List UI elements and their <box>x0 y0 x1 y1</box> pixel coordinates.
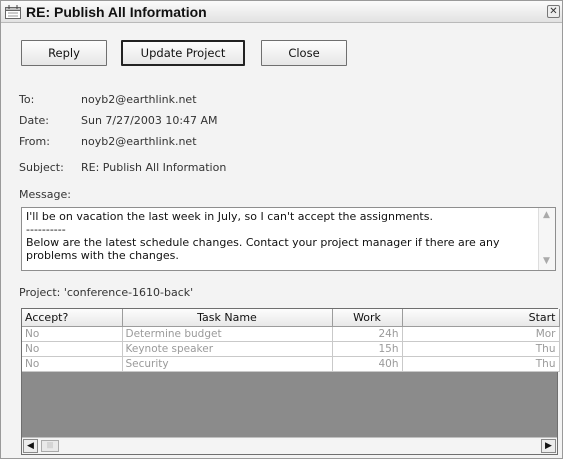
scrollbar-thumb[interactable]: ||| <box>41 440 59 452</box>
reply-button[interactable]: Reply <box>21 40 107 66</box>
work-cell: 15h <box>332 341 403 357</box>
chevron-right-icon[interactable]: ▶ <box>541 439 556 453</box>
project-label: Project: 'conference-1610-back' <box>19 286 194 299</box>
work-cell: 24h <box>332 326 403 342</box>
message-window: RE: Publish All Information ✕ Reply Upda… <box>0 0 563 459</box>
accept-cell[interactable]: No <box>22 326 123 342</box>
date-value: Sun 7/27/2003 10:47 AM <box>81 114 218 127</box>
task-name-cell: Determine budget <box>122 326 333 342</box>
subject-value: RE: Publish All Information <box>81 161 227 174</box>
message-body: I'll be on vacation the last week in Jul… <box>26 210 500 262</box>
start-cell: Thu <box>402 356 560 372</box>
date-label: Date: <box>19 114 49 127</box>
from-label: From: <box>19 135 50 148</box>
calendar-icon <box>5 5 21 19</box>
table-row[interactable]: No Keynote speaker 15h Thu <box>22 341 560 357</box>
grid-header-row: Accept? Task Name Work Start <box>22 309 560 327</box>
close-icon[interactable]: ✕ <box>547 5 560 18</box>
grid-horizontal-scrollbar[interactable]: ◀ ||| ▶ <box>22 437 557 454</box>
update-project-button[interactable]: Update Project <box>121 40 245 66</box>
from-value: noyb2@earthlink.net <box>81 135 197 148</box>
start-cell: Thu <box>402 341 560 357</box>
task-name-cell: Keynote speaker <box>122 341 333 357</box>
column-header-accept[interactable]: Accept? <box>22 309 123 327</box>
message-label: Message: <box>19 188 71 201</box>
message-textarea[interactable]: I'll be on vacation the last week in Jul… <box>21 207 556 271</box>
task-name-cell: Security <box>122 356 333 372</box>
column-header-start[interactable]: Start <box>402 309 560 327</box>
to-label: To: <box>19 93 35 106</box>
close-button[interactable]: Close <box>261 40 347 66</box>
accept-cell[interactable]: No <box>22 341 123 357</box>
column-header-task-name[interactable]: Task Name <box>122 309 333 327</box>
title-bar[interactable]: RE: Publish All Information ✕ <box>1 1 562 23</box>
table-row[interactable]: No Determine budget 24h Mor <box>22 326 560 342</box>
subject-label: Subject: <box>19 161 64 174</box>
chevron-left-icon[interactable]: ◀ <box>23 439 38 453</box>
chevron-up-icon[interactable]: ▲ <box>543 210 550 220</box>
message-scrollbar[interactable]: ▲ ▼ <box>538 208 555 270</box>
accept-cell[interactable]: No <box>22 356 123 372</box>
table-row[interactable]: No Security 40h Thu <box>22 356 560 372</box>
chevron-down-icon[interactable]: ▼ <box>543 256 550 266</box>
to-value: noyb2@earthlink.net <box>81 93 197 106</box>
column-header-work[interactable]: Work <box>332 309 403 327</box>
start-cell: Mor <box>402 326 560 342</box>
assignment-grid[interactable]: Accept? Task Name Work Start No Determin… <box>21 308 560 455</box>
work-cell: 40h <box>332 356 403 372</box>
window-title: RE: Publish All Information <box>26 4 207 20</box>
